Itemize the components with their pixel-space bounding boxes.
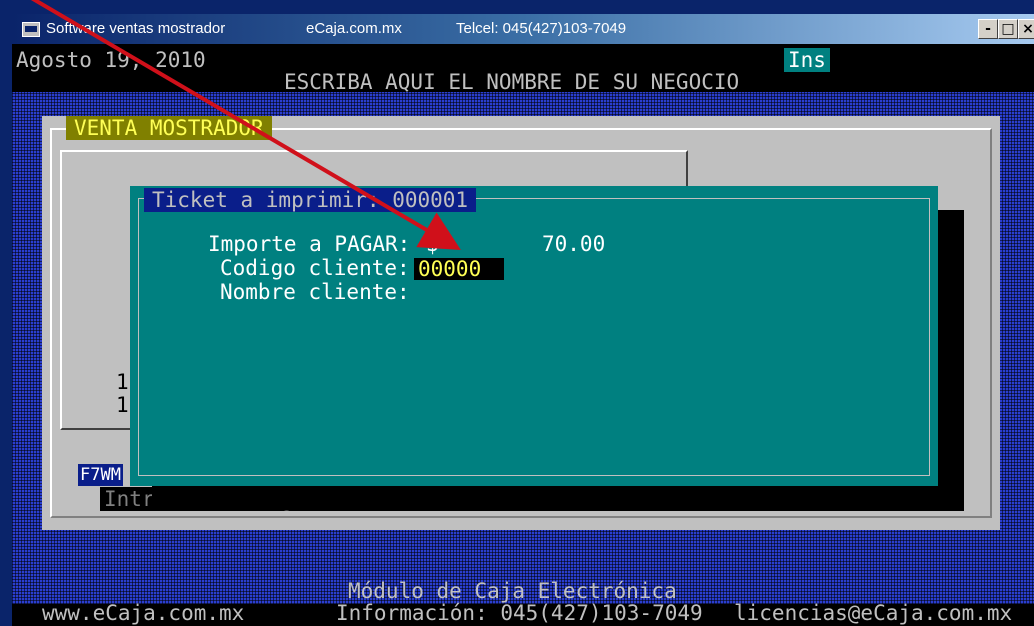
close-button[interactable]: × xyxy=(1018,19,1034,39)
client-code-input[interactable]: 00000 xyxy=(414,258,504,280)
f7-shortcut-key[interactable]: F7WM xyxy=(78,464,123,486)
maximize-button[interactable]: □ xyxy=(998,19,1018,39)
window-title: Software ventas mostrador xyxy=(46,20,226,37)
date-label: Agosto 19, 2010 xyxy=(16,48,206,72)
amount-value: 70.00 xyxy=(542,232,606,256)
row-marker-1: 1 xyxy=(116,370,129,394)
ticket-dialog: Ticket a imprimir: 000001 Importe a PAGA… xyxy=(130,186,938,486)
footer-module: Módulo de Caja Electrónica xyxy=(348,579,677,603)
client-code-label: Codigo cliente: xyxy=(220,256,410,280)
client-name-label: Nombre cliente: xyxy=(220,280,410,304)
footer-info: Información: 045(427)103-7049 xyxy=(336,601,703,625)
console-app-icon[interactable] xyxy=(22,22,40,37)
insert-mode-indicator: Ins xyxy=(784,48,830,72)
minimize-button[interactable]: - xyxy=(978,19,998,39)
window-title-site: eCaja.com.mx xyxy=(306,20,402,37)
console-screen[interactable]: Agosto 19, 2010 Ins ESCRIBA AQUI EL NOMB… xyxy=(12,44,1034,626)
console-window: Software ventas mostrador eCaja.com.mx T… xyxy=(0,0,1034,626)
footer-email: licencias@eCaja.com.mx xyxy=(734,601,1013,625)
footer-website: www.eCaja.com.mx xyxy=(42,601,245,625)
business-name: ESCRIBA AQUI EL NOMBRE DE SU NEGOCIO xyxy=(284,70,740,94)
venta-panel-title: VENTA MOSTRADOR xyxy=(66,116,272,140)
title-bar[interactable]: Software ventas mostrador eCaja.com.mx T… xyxy=(12,14,1034,44)
dialog-title: Ticket a imprimir: 000001 xyxy=(144,188,477,212)
row-marker-2: 1 xyxy=(116,393,129,417)
amount-label: Importe a PAGAR: xyxy=(208,232,411,256)
currency-symbol: $ xyxy=(426,232,439,256)
window-title-phone: Telcel: 045(427)103-7049 xyxy=(456,20,627,37)
